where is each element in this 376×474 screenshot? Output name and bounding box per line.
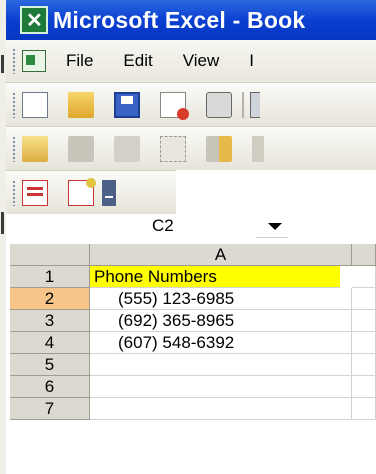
row-header[interactable]: 7 [10,398,90,420]
name-box-value: C2 [152,216,174,235]
x-icon[interactable] [252,135,264,162]
open-folder-icon[interactable] [68,91,94,118]
cell-b5[interactable] [352,354,376,376]
print-preview-icon[interactable] [250,91,260,118]
toolbar-grip-icon[interactable] [12,135,16,162]
pdf-icon[interactable] [22,179,48,206]
table-row: 1 Phone Numbers [10,266,376,288]
menu-view[interactable]: View [183,51,220,71]
toolbar-options-icon[interactable] [102,179,116,206]
save-icon[interactable] [114,91,140,118]
edge-mark [1,212,4,234]
cell-a4[interactable]: (607) 548-6392 [90,332,352,354]
folder-icon[interactable] [22,135,48,162]
column-header-a[interactable]: A [90,244,352,266]
column-header-b[interactable] [352,244,376,266]
print-icon[interactable] [206,91,232,118]
cell-b7[interactable] [352,398,376,420]
cell-b6[interactable] [352,376,376,398]
back-icon[interactable] [68,135,94,162]
row-header[interactable]: 4 [10,332,90,354]
mixed-icon[interactable] [206,135,232,162]
window-title: Microsoft Excel - Book [53,6,306,33]
cell-a2[interactable]: (555) 123-6985 [90,288,352,310]
menu-bar: File Edit View I [6,40,376,82]
edge-mark [1,55,4,73]
table-row: 7 [10,398,376,420]
forward-icon[interactable] [114,135,140,162]
new-document-icon[interactable] [22,91,48,118]
row-header[interactable]: 5 [10,354,90,376]
menu-file[interactable]: File [66,51,93,71]
cell-b3[interactable] [352,310,376,332]
web-toolbar [6,126,376,170]
permission-icon[interactable] [160,91,189,120]
cell-a6[interactable] [90,376,352,398]
cell-a3[interactable]: (692) 365-8965 [90,310,352,332]
formula-bar: C2 [6,214,376,238]
cell-b2[interactable] [352,288,376,310]
box-icon[interactable] [160,135,186,162]
toolbar-grip-icon[interactable] [12,179,16,206]
row-header[interactable]: 3 [10,310,90,332]
toolbar-grip-icon[interactable] [12,91,16,118]
cell-b1[interactable] [352,266,376,288]
select-all-corner[interactable] [10,244,90,266]
excel-app-icon [20,6,48,34]
spreadsheet-grid: A 1 Phone Numbers 2 (555) 123-6985 3 (69… [10,244,376,474]
cell-a7[interactable] [90,398,352,420]
row-header[interactable]: 6 [10,376,90,398]
toolbar-grip-icon[interactable] [12,48,16,74]
pdf-toolbar [6,170,176,214]
menu-insert[interactable]: I [249,51,254,71]
row-header[interactable]: 2 [10,288,90,310]
table-row: 5 [10,354,376,376]
chevron-down-icon[interactable] [268,223,282,230]
standard-toolbar [6,82,376,126]
toolbar-separator [242,91,244,118]
menu-edit[interactable]: Edit [123,51,152,71]
table-row: 6 [10,376,376,398]
workbook-icon[interactable] [22,50,46,72]
cell-a1[interactable]: Phone Numbers [90,266,340,288]
formula-input[interactable] [288,214,376,238]
cell-b4[interactable] [352,332,376,354]
toolbar-empty-area [176,170,376,214]
name-box[interactable]: C2 [6,214,256,238]
title-bar[interactable]: Microsoft Excel - Book [6,0,376,40]
table-row: 3 (692) 365-8965 [10,310,376,332]
cell-a5[interactable] [90,354,352,376]
table-row: 4 (607) 548-6392 [10,332,376,354]
table-row: 2 (555) 123-6985 [10,288,376,310]
row-header[interactable]: 1 [10,266,90,288]
pdf-settings-icon[interactable] [68,177,96,206]
